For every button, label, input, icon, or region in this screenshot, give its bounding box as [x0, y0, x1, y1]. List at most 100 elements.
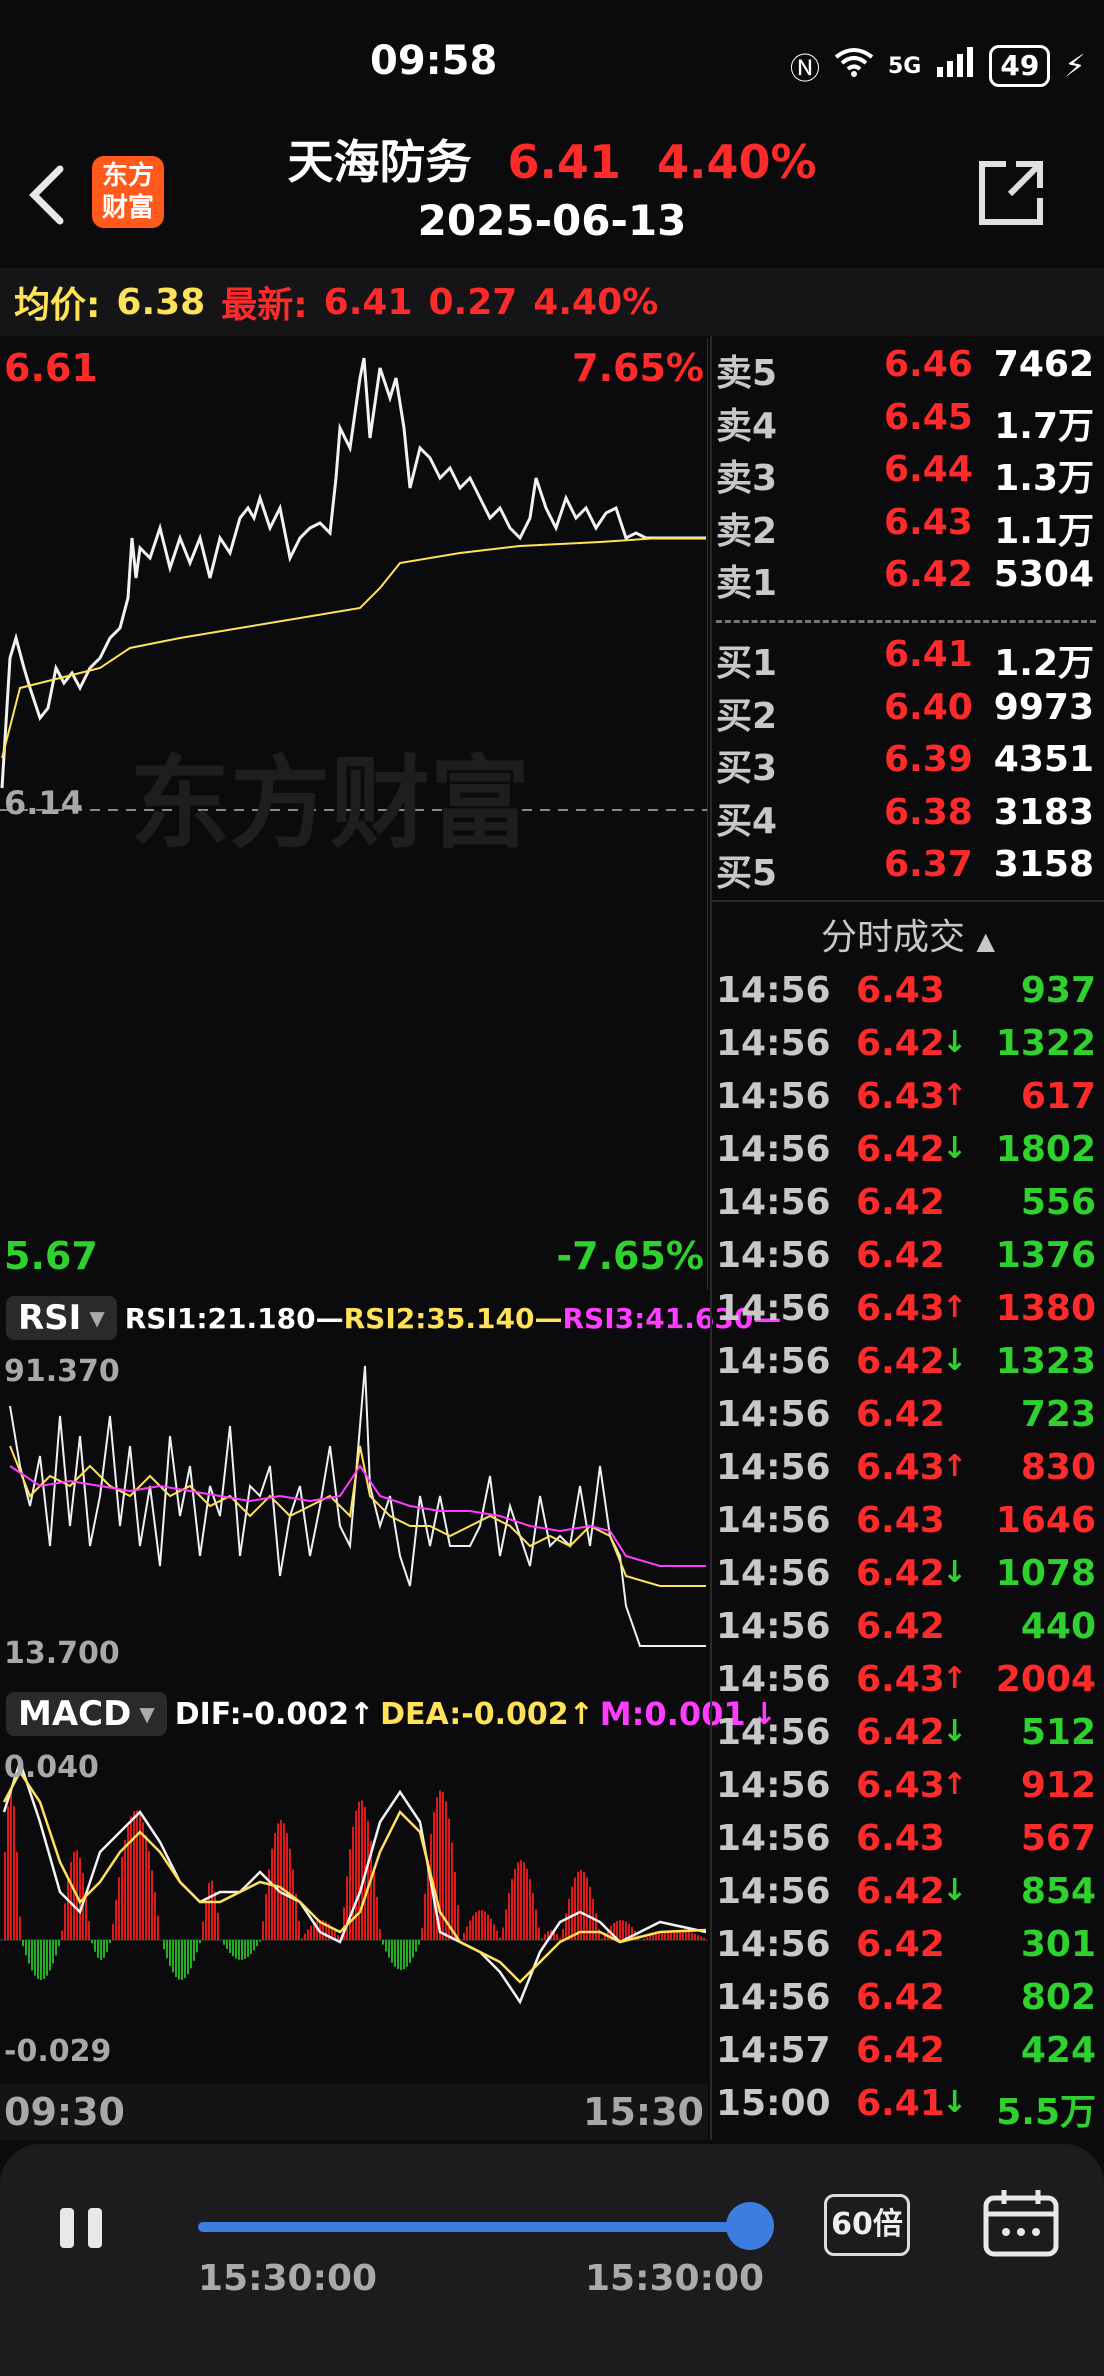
y-base-label: 6.14	[4, 784, 83, 822]
share-button[interactable]	[976, 158, 1046, 228]
macd-bar	[211, 1880, 213, 1940]
macd-bar	[22, 1940, 24, 1947]
orderbook-label: 买2	[716, 695, 778, 737]
macd-bar	[568, 1898, 570, 1940]
status-bar: 09:58 Ⓝ 5G 49 ⚡	[0, 0, 1104, 130]
macd-bar	[151, 1870, 153, 1940]
macd-bar	[505, 1909, 507, 1940]
avg-value: 6.38	[116, 281, 206, 323]
trade-arrow: ↓	[942, 2085, 968, 2120]
orderbook-label: 买3	[716, 748, 778, 789]
macd-bar	[241, 1940, 243, 1960]
trade-row: 14:56 6.42 ↓ 1802	[716, 1129, 1096, 1181]
macd-bar	[685, 1931, 687, 1940]
macd-bar	[43, 1940, 45, 1979]
macd-bar	[58, 1940, 60, 1947]
orderbook-price: 6.39	[884, 739, 973, 780]
rsi2-value: RSI2:35.140	[343, 1301, 535, 1335]
macd-bar	[451, 1842, 453, 1940]
trade-row: 14:56 6.42 ↓ 1322	[716, 1023, 1096, 1075]
macd-bar	[283, 1823, 285, 1940]
macd-bar	[28, 1940, 30, 1964]
macd-bar	[439, 1790, 441, 1940]
macd-bar	[304, 1933, 306, 1940]
macd-bar	[196, 1940, 198, 1953]
orderbook-row: 买1 6.41 1.2万	[712, 634, 1100, 686]
macd-bar	[286, 1833, 288, 1940]
calendar-button[interactable]	[982, 2188, 1060, 2258]
trade-volume: 5.5万	[996, 2092, 1096, 2133]
macd-bar	[511, 1879, 513, 1940]
orderbook-price: 6.38	[884, 791, 973, 833]
macd-bar	[199, 1940, 201, 1944]
avg-label: 均价:	[14, 285, 101, 326]
macd-bar	[190, 1940, 192, 1969]
trade-volume: 1646	[995, 1500, 1096, 1541]
orderbook-price: 6.43	[884, 501, 973, 543]
speed-button[interactable]: 60倍	[824, 2194, 910, 2256]
stock-name: 天海防务	[287, 135, 472, 189]
trade-arrow: ↑	[942, 1449, 968, 1484]
macd-bar	[310, 1925, 312, 1940]
trade-time: 14:56	[716, 1129, 831, 1170]
pause-button[interactable]	[58, 2206, 108, 2250]
macd-bar	[391, 1940, 393, 1963]
macd-bar	[301, 1938, 303, 1940]
rsi-chart[interactable]: 91.370 13.700	[0, 1346, 708, 1686]
macd-bar	[16, 1851, 18, 1940]
battery-icon: 49	[989, 45, 1051, 87]
orderbook-vol: 5304	[993, 554, 1094, 595]
macd-bar	[367, 1820, 369, 1940]
macd-bar	[355, 1810, 357, 1940]
orderbook-row: 卖1 6.42 5304	[712, 554, 1100, 606]
trade-row: 14:56 6.43 937	[716, 970, 1096, 1022]
orderbook-vol: 3183	[993, 791, 1094, 833]
trades-header[interactable]: 分时成交 ▲	[712, 908, 1104, 960]
signal-icon	[935, 47, 975, 85]
x-axis-end: 15:30	[583, 2090, 704, 2134]
macd-bar	[4, 1851, 6, 1940]
macd-bar	[52, 1940, 54, 1964]
macd-bar	[646, 1937, 648, 1940]
macd-bar	[112, 1923, 114, 1940]
orderbook-vol: 7462	[993, 344, 1094, 385]
pause-icon	[60, 2208, 102, 2248]
intraday-chart[interactable]: 东方财富 6.61 7.65% 6.14 5.67 -7.65%	[0, 338, 708, 1290]
macd-bar	[145, 1834, 147, 1940]
trade-volume: 830	[1020, 1447, 1096, 1488]
macd-selector[interactable]: MACD ▼	[6, 1692, 167, 1736]
macd-bar	[598, 1929, 600, 1940]
trade-row: 14:56 6.42 723	[716, 1394, 1096, 1446]
trade-volume: 1802	[995, 1129, 1096, 1170]
trade-volume: 512	[1020, 1712, 1096, 1753]
macd-bar	[544, 1934, 546, 1940]
macd-bar	[91, 1940, 93, 1944]
macd-bar	[232, 1940, 234, 1957]
macd-bar	[154, 1892, 156, 1940]
macd-bar	[10, 1790, 12, 1940]
trade-volume: 440	[1020, 1606, 1096, 1647]
orderbook-label: 卖1	[716, 563, 778, 604]
rsi-selector[interactable]: RSI ▼	[6, 1296, 117, 1340]
macd-bar	[619, 1920, 621, 1940]
macd-bar	[625, 1921, 627, 1940]
macd-bar	[565, 1913, 567, 1940]
trade-price: 6.42	[856, 1023, 945, 1064]
macd-bar	[262, 1921, 264, 1940]
macd-bar	[478, 1910, 480, 1940]
trades-title: 分时成交	[821, 917, 966, 958]
macd-bar	[13, 1806, 15, 1940]
macd-chart[interactable]: 0.040 -0.029	[0, 1742, 708, 2082]
macd-bar	[649, 1935, 651, 1940]
trade-row: 14:56 6.43 ↑ 830	[716, 1447, 1096, 1499]
trade-row: 14:56 6.43 ↑ 1380	[716, 1288, 1096, 1340]
macd-bar	[247, 1940, 249, 1958]
trade-row: 15:00 6.41 ↓ 5.5万	[716, 2083, 1096, 2135]
trade-time: 14:56	[716, 1659, 831, 1700]
macd-bar	[256, 1940, 258, 1947]
macd-bar	[184, 1940, 186, 1979]
trade-row: 14:56 6.43 ↑ 617	[716, 1076, 1096, 1128]
replay-progress-knob[interactable]	[726, 2202, 774, 2250]
replay-progress-track[interactable]	[198, 2222, 748, 2232]
trade-arrow: ↑	[942, 1767, 968, 1802]
